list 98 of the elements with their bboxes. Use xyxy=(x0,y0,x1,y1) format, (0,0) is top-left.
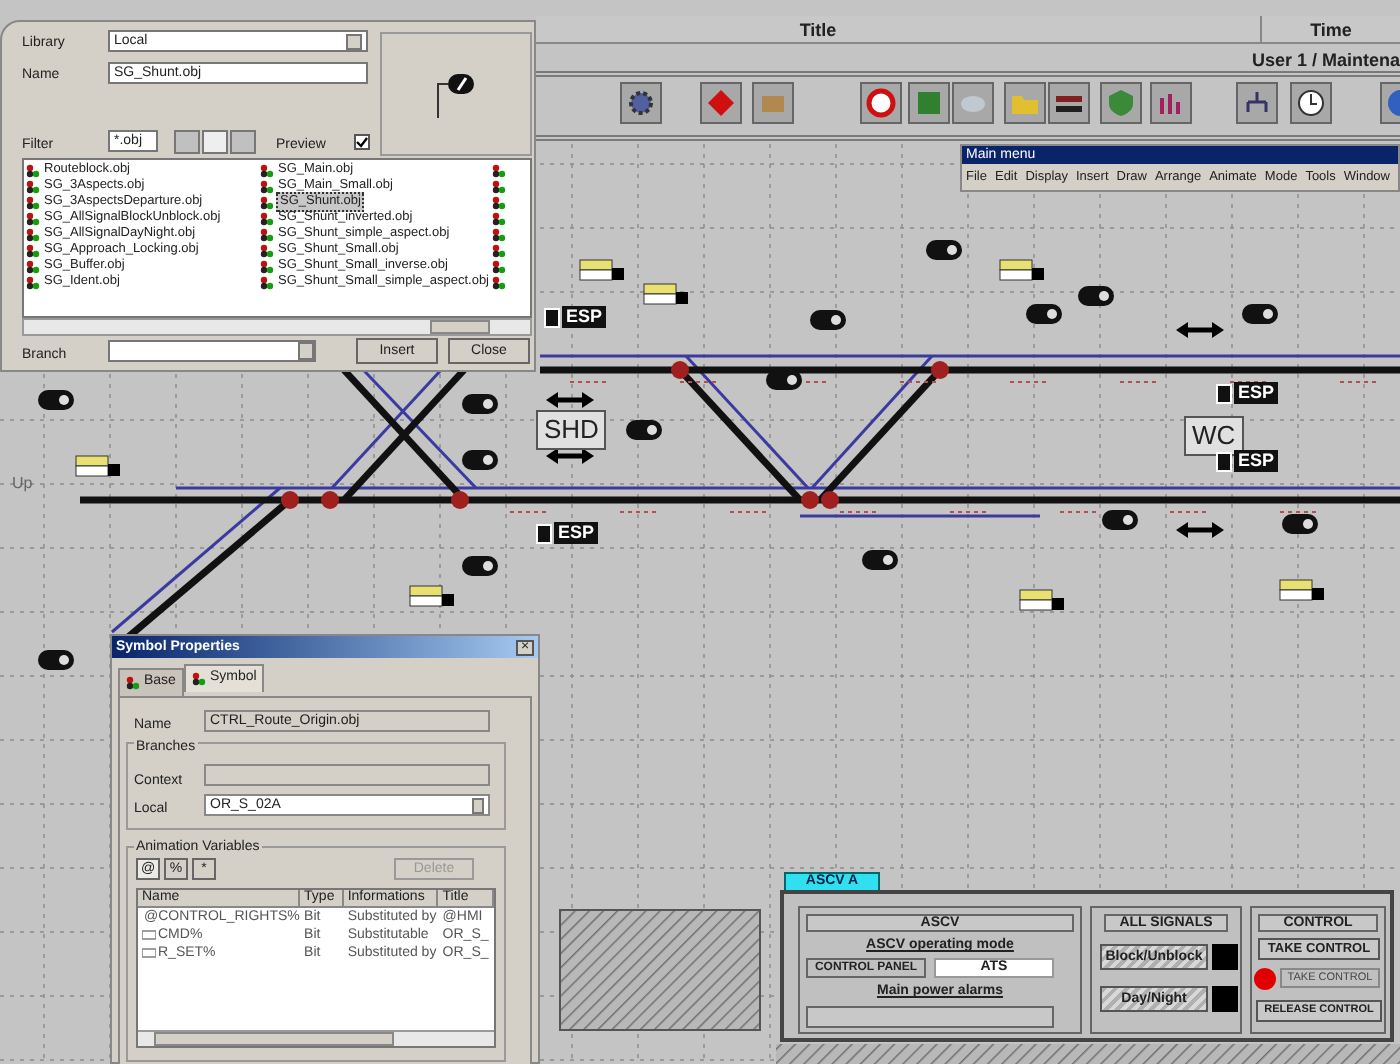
section-marker xyxy=(679,381,721,383)
status-indicator xyxy=(1212,986,1238,1012)
section-marker xyxy=(1059,511,1101,513)
double-arrow-icon xyxy=(1176,322,1224,338)
tag-label: ESP xyxy=(554,522,599,544)
section-marker xyxy=(509,511,551,513)
signal-icon xyxy=(1078,286,1114,306)
equipment-label: SHD xyxy=(536,410,607,450)
counter-icon xyxy=(999,259,1044,281)
signal-icon xyxy=(1102,510,1138,530)
section-marker xyxy=(569,381,611,383)
chart-tool-button[interactable] xyxy=(1150,82,1192,124)
double-arrow-icon xyxy=(546,448,594,464)
tag-icon xyxy=(536,523,552,543)
status-indicator xyxy=(1212,944,1238,970)
time-label: Time xyxy=(1260,16,1400,42)
tag-label: ESP xyxy=(1234,382,1279,404)
diamond-icon xyxy=(706,88,736,118)
double-arrow-icon xyxy=(546,392,594,408)
signal-file-icon xyxy=(126,676,140,690)
counter-icon xyxy=(643,283,688,305)
signal-icon xyxy=(38,390,74,410)
counter-icon xyxy=(1279,579,1324,601)
box-tool-button[interactable] xyxy=(752,82,794,124)
point-marker xyxy=(821,491,839,509)
signal-file-icon xyxy=(191,672,206,686)
gear-icon xyxy=(626,88,656,118)
shield-icon xyxy=(1106,88,1136,118)
signal-icon xyxy=(1026,304,1062,324)
point-marker xyxy=(321,491,339,509)
scroll-thumb[interactable] xyxy=(430,320,490,334)
section-marker xyxy=(619,511,661,513)
signal-icon xyxy=(462,450,498,470)
chart-icon xyxy=(1156,88,1186,118)
counter-icon xyxy=(579,259,624,281)
map-icon xyxy=(914,88,944,118)
signal-icon xyxy=(766,370,802,390)
section-marker xyxy=(1339,381,1381,383)
signal-icon xyxy=(462,556,498,576)
icon-view-button[interactable] xyxy=(230,130,256,154)
sign-tool-button[interactable] xyxy=(860,82,902,124)
clock-tool-button[interactable] xyxy=(1290,82,1332,124)
tag-label: ESP xyxy=(1234,450,1279,472)
details-view-button[interactable] xyxy=(202,130,228,154)
section-marker xyxy=(1169,511,1211,513)
section-marker xyxy=(729,511,771,513)
signal-icon xyxy=(462,394,498,414)
folder-tool-button[interactable] xyxy=(1004,82,1046,124)
disk-tool-button[interactable] xyxy=(952,82,994,124)
signal-icon xyxy=(1242,304,1278,324)
track-crossing xyxy=(341,367,467,503)
section-marker xyxy=(1279,511,1321,513)
counter-icon xyxy=(1019,589,1064,611)
direction-label: Up xyxy=(12,472,33,496)
tag-label: ESP xyxy=(562,306,607,328)
section-marker xyxy=(899,381,941,383)
list-view-button[interactable] xyxy=(174,130,200,154)
signal-icon xyxy=(862,550,898,570)
point-marker xyxy=(281,491,299,509)
double-arrow-icon xyxy=(1176,522,1224,538)
signal-icon xyxy=(1282,514,1318,534)
equipment-label: WC xyxy=(1184,416,1244,456)
horizontal-scrollbar[interactable] xyxy=(22,318,532,336)
point-marker xyxy=(451,491,469,509)
section-marker xyxy=(1119,381,1161,383)
diamond-tool-button[interactable] xyxy=(700,82,742,124)
sign-icon xyxy=(866,88,896,118)
section-marker xyxy=(949,511,991,513)
horizontal-scrollbar[interactable] xyxy=(138,1030,494,1046)
counter-icon xyxy=(75,455,120,477)
signal-icon xyxy=(926,240,962,260)
train-tool-button[interactable] xyxy=(1048,82,1090,124)
section-marker xyxy=(1229,381,1271,383)
context-field[interactable] xyxy=(204,764,490,786)
point-marker xyxy=(931,361,949,379)
signal-icon xyxy=(810,310,846,330)
section-marker xyxy=(1009,381,1051,383)
tag-icon xyxy=(1216,383,1232,403)
point-marker xyxy=(801,491,819,509)
shield-tool-button[interactable] xyxy=(1100,82,1142,124)
network-icon xyxy=(1242,88,1272,118)
map-tool-button[interactable] xyxy=(908,82,950,124)
section-marker xyxy=(839,511,881,513)
tag-icon xyxy=(544,307,560,327)
shunt-signal-icon xyxy=(434,68,478,120)
point-marker xyxy=(671,361,689,379)
preview-checkbox[interactable] xyxy=(354,134,370,150)
user-label: User 1 / Maintena xyxy=(1251,48,1400,72)
tag-icon xyxy=(1216,451,1232,471)
counter-icon xyxy=(409,585,454,607)
scroll-thumb[interactable] xyxy=(154,1032,394,1046)
signal-icon xyxy=(38,650,74,670)
signal-icon xyxy=(626,420,662,440)
gear-tool-button[interactable] xyxy=(620,82,662,124)
clock-icon xyxy=(1296,88,1326,118)
network-tool-button[interactable] xyxy=(1236,82,1278,124)
window-title: Title xyxy=(797,18,839,42)
branch-dropdown[interactable] xyxy=(108,340,316,362)
